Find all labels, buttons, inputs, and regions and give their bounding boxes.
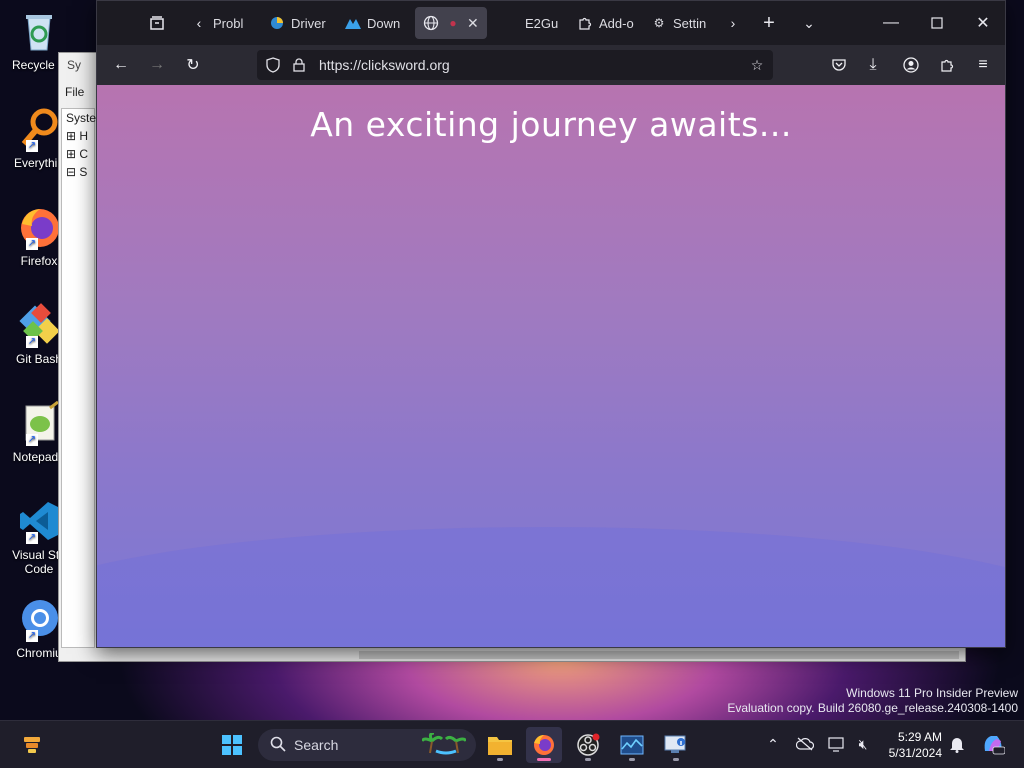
display-icon[interactable] (826, 733, 848, 755)
url-text[interactable]: https://clicksword.org (319, 57, 450, 73)
running-indicator (629, 758, 635, 761)
maximize-icon[interactable] (917, 9, 957, 37)
globe-icon (423, 15, 439, 31)
driver-icon (269, 15, 285, 31)
git-bash-icon: ↗ (16, 302, 62, 348)
navigation-toolbar: ← → ↻ https://clicksword.org ☆ ⤓ ≡ (97, 45, 1005, 85)
media-playing-icon: ● (449, 16, 457, 30)
page-heading: An exciting journey awaits... (310, 105, 792, 144)
shortcut-arrow-icon: ↗ (26, 336, 38, 348)
show-hidden-icons-chevron-icon[interactable]: ⌃ (762, 733, 784, 755)
tab-add-ons[interactable]: Add-o (569, 7, 641, 39)
obs-recording-icon[interactable] (570, 727, 606, 763)
widgets-icon[interactable] (14, 727, 50, 763)
task-manager-icon[interactable] (614, 727, 650, 763)
vscode-icon: ↗ (16, 498, 62, 544)
tab-driver[interactable]: Driver (261, 7, 331, 39)
close-window-icon[interactable]: ✕ (963, 9, 1003, 37)
search-placeholder: Search (294, 737, 339, 753)
tracking-protection-shield-icon[interactable] (263, 55, 283, 75)
taskbar-search[interactable]: Search (258, 729, 476, 761)
forward-icon[interactable]: → (143, 51, 171, 79)
recycle-bin-icon (16, 8, 62, 54)
tab-download[interactable]: Down (337, 7, 407, 39)
downloads-icon[interactable]: ⤓ (859, 51, 887, 79)
list-all-tabs-icon[interactable]: ⌄ (795, 9, 823, 37)
running-indicator (497, 758, 503, 761)
windows-watermark: Windows 11 Pro Insider Preview Evaluatio… (727, 686, 1018, 716)
notepad-plus-plus-icon: ↗ (16, 400, 62, 446)
system-info-title: Sy (67, 58, 82, 72)
bookmark-star-icon[interactable]: ☆ (747, 55, 767, 75)
close-tab-icon[interactable]: ✕ (467, 15, 479, 32)
active-indicator (537, 758, 551, 761)
firefox-icon: ↗ (16, 204, 62, 250)
shortcut-arrow-icon: ↗ (26, 630, 38, 642)
running-indicator (585, 758, 591, 761)
tab-bar: ‹ Probl Driver Down ● ✕ E2Gu Add-o ⚙ Set… (97, 1, 1005, 45)
tree-item[interactable]: ⊞ C (62, 145, 94, 163)
extensions-icon[interactable] (933, 51, 961, 79)
clock-date: 5/31/2024 (888, 746, 942, 760)
file-explorer-icon[interactable] (482, 727, 518, 763)
pocket-icon[interactable] (825, 51, 853, 79)
reload-icon[interactable]: ↻ (179, 51, 207, 79)
tab-problem[interactable]: Probl (205, 7, 259, 39)
shortcut-arrow-icon: ↗ (26, 532, 38, 544)
system-information-taskbar-icon[interactable] (658, 727, 694, 763)
shortcut-arrow-icon: ↗ (26, 140, 38, 152)
page-content: An exciting journey awaits... (97, 85, 1005, 647)
url-bar[interactable]: https://clicksword.org ☆ (257, 50, 773, 80)
search-highlight-palm-icon (420, 731, 468, 758)
system-tree[interactable]: Syste ⊞ H ⊞ C ⊟ S (61, 108, 96, 648)
watermark-line-2: Evaluation copy. Build 26080.ge_release.… (727, 701, 1018, 715)
download-icon (345, 15, 361, 31)
new-tab-icon[interactable]: + (755, 9, 783, 37)
tree-item[interactable]: ⊞ H (62, 127, 94, 145)
tree-root[interactable]: Syste (62, 109, 96, 127)
chromium-icon: ↗ (16, 596, 62, 642)
onedrive-offline-icon[interactable] (794, 733, 816, 755)
shortcut-arrow-icon: ↗ (26, 434, 38, 446)
e2-icon (503, 15, 519, 31)
minimize-icon[interactable]: — (871, 9, 911, 37)
tab-clicksword-active[interactable]: ● ✕ (415, 7, 487, 39)
menu-file[interactable]: File (65, 85, 84, 99)
firefox-taskbar-icon[interactable] (526, 727, 562, 763)
lock-icon[interactable] (289, 55, 309, 75)
tab-settings[interactable]: ⚙ Settin (643, 7, 717, 39)
gear-icon: ⚙ (653, 16, 665, 30)
search-icon (270, 736, 286, 755)
tab-e2guardian[interactable]: E2Gu (495, 7, 565, 39)
account-icon[interactable] (897, 51, 925, 79)
everything-search-icon: ↗ (16, 106, 62, 152)
watermark-line-1: Windows 11 Pro Insider Preview (846, 686, 1018, 700)
background-wave (97, 527, 1005, 647)
copilot-preview-icon[interactable] (980, 733, 1006, 755)
back-icon[interactable]: ← (107, 51, 135, 79)
puzzle-icon (577, 15, 593, 31)
horizontal-scrollbar[interactable] (359, 651, 959, 659)
taskbar: Search ⌃ 🔇︎ 5:29 AM 5/31/2024 (0, 720, 1024, 768)
tab-overview-icon[interactable] (143, 9, 171, 37)
firefox-window[interactable]: ‹ Probl Driver Down ● ✕ E2Gu Add-o ⚙ Set… (96, 0, 1006, 648)
start-windows-icon[interactable] (214, 727, 250, 763)
scroll-tabs-right-icon[interactable]: › (719, 9, 747, 37)
clock-time: 5:29 AM (897, 730, 942, 744)
notification-bell-icon[interactable] (946, 733, 968, 755)
tree-item[interactable]: ⊟ S (62, 163, 94, 181)
running-indicator (673, 758, 679, 761)
volume-muted-icon[interactable]: 🔇︎ (852, 733, 874, 755)
shortcut-arrow-icon: ↗ (26, 238, 38, 250)
system-clock[interactable]: 5:29 AM 5/31/2024 (878, 729, 942, 761)
menu-hamburger-icon[interactable]: ≡ (969, 51, 997, 79)
